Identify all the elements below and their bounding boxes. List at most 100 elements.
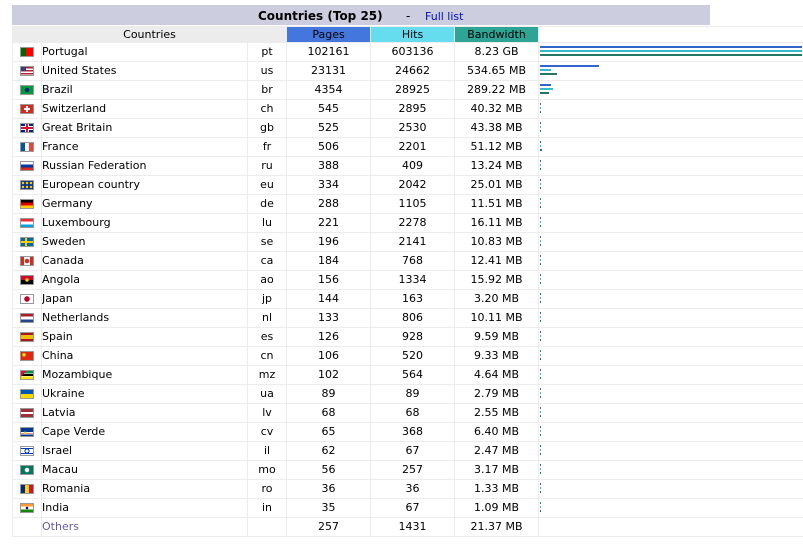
others-bandwidth: 21.37 MB: [454, 517, 540, 537]
flag-cell: [12, 498, 42, 518]
country-name: Russian Federation: [41, 156, 248, 176]
pages-value: 288: [286, 194, 372, 214]
bandwidth-bar: [540, 225, 542, 227]
country-code: [246, 517, 288, 537]
hits-value: 2530: [370, 118, 456, 138]
bandwidth-value: 2.55 MB: [454, 403, 540, 423]
bar-graph-cell: [538, 346, 803, 366]
hits-bar: [540, 50, 803, 52]
table-row: United States us 23131 24662 534.65 MB: [12, 61, 803, 81]
country-name: Sweden: [41, 232, 248, 252]
bandwidth-bar: [540, 206, 542, 208]
pages-bar: [540, 407, 542, 409]
country-name: Romania: [41, 479, 248, 499]
country-code: nl: [246, 308, 288, 328]
hits-value: 409: [370, 156, 456, 176]
country-name: Israel: [41, 441, 248, 461]
bar-graph-cell: [538, 270, 803, 290]
hits-value: 67: [370, 441, 456, 461]
uk-flag-icon: [20, 123, 34, 133]
bandwidth-value: 9.59 MB: [454, 327, 540, 347]
pages-value: 221: [286, 213, 372, 233]
table-row: Ukraine ua 89 89 2.79 MB: [12, 384, 803, 404]
pages-bar: [540, 502, 542, 504]
bandwidth-bar: [540, 149, 543, 151]
full-list-link[interactable]: Full list: [425, 10, 463, 23]
country-name: India: [41, 498, 248, 518]
eu-flag-icon: [20, 180, 34, 190]
hits-value: 89: [370, 384, 456, 404]
pages-value: 35: [286, 498, 372, 518]
pages-value: 89: [286, 384, 372, 404]
hits-value: 67: [370, 498, 456, 518]
bandwidth-bar: [540, 396, 542, 398]
others-pages: 257: [286, 517, 372, 537]
pages-bar: [540, 160, 542, 162]
country-name: Luxembourg: [41, 213, 248, 233]
pages-bar: [540, 46, 803, 48]
bandwidth-bar: [540, 301, 542, 303]
pages-bar: [540, 426, 542, 428]
hits-bar: [540, 411, 542, 413]
table-row: Portugal pt 102161 603136 8.23 GB: [12, 42, 803, 62]
table-row: Cape Verde cv 65 368 6.40 MB: [12, 422, 803, 442]
country-name: Great Britain: [41, 118, 248, 138]
bandwidth-value: 4.64 MB: [454, 365, 540, 385]
flag-cell: [12, 365, 42, 385]
switzerland-flag-icon: [20, 104, 34, 114]
country-name: Portugal: [41, 42, 248, 62]
country-code: cn: [246, 346, 288, 366]
country-code: mo: [246, 460, 288, 480]
pages-bar: [540, 103, 542, 105]
portugal-flag-icon: [20, 47, 34, 57]
bar-graph-cell: [538, 441, 803, 461]
hits-bar: [540, 145, 542, 147]
bar-graph-cell: [538, 118, 803, 138]
bandwidth-bar: [540, 282, 542, 284]
macau-flag-icon: [20, 465, 34, 475]
hits-bar: [540, 164, 542, 166]
hits-value: 368: [370, 422, 456, 442]
hits-bar: [540, 316, 542, 318]
bandwidth-value: 3.17 MB: [454, 460, 540, 480]
hits-value: 1105: [370, 194, 456, 214]
bandwidth-column-header: Bandwidth: [454, 26, 540, 43]
country-code: mz: [246, 365, 288, 385]
bar-graph-cell: [538, 365, 803, 385]
flag-cell: [12, 251, 42, 271]
pages-value: 545: [286, 99, 372, 119]
hits-bar: [540, 430, 542, 432]
mozambique-flag-icon: [20, 370, 34, 380]
pages-value: 156: [286, 270, 372, 290]
country-code: br: [246, 80, 288, 100]
pages-bar: [540, 331, 542, 333]
bandwidth-bar: [540, 320, 542, 322]
bar-graph-cell: [538, 213, 803, 233]
bandwidth-value: 2.79 MB: [454, 384, 540, 404]
bar-graph-cell: [538, 289, 803, 309]
title-separator: -: [406, 9, 411, 23]
flag-cell: [12, 270, 42, 290]
hits-bar: [540, 278, 542, 280]
pages-bar: [540, 217, 542, 219]
flag-cell: [12, 346, 42, 366]
bar-graph-cell: [538, 517, 803, 537]
country-name: Mozambique: [41, 365, 248, 385]
pages-bar: [540, 84, 552, 86]
table-row: Great Britain gb 525 2530 43.38 MB: [12, 118, 803, 138]
hits-bar: [540, 297, 542, 299]
hits-value: 36: [370, 479, 456, 499]
hits-bar: [540, 335, 542, 337]
us-flag-icon: [20, 66, 34, 76]
bandwidth-bar: [540, 187, 542, 189]
hits-value: 2201: [370, 137, 456, 157]
pages-value: 102161: [286, 42, 372, 62]
flag-cell: [12, 327, 42, 347]
pages-value: 68: [286, 403, 372, 423]
sweden-flag-icon: [20, 237, 34, 247]
pages-value: 144: [286, 289, 372, 309]
bar-graph-cell: [538, 327, 803, 347]
russia-flag-icon: [20, 161, 34, 171]
pages-bar: [540, 198, 542, 200]
pages-bar: [540, 179, 542, 181]
